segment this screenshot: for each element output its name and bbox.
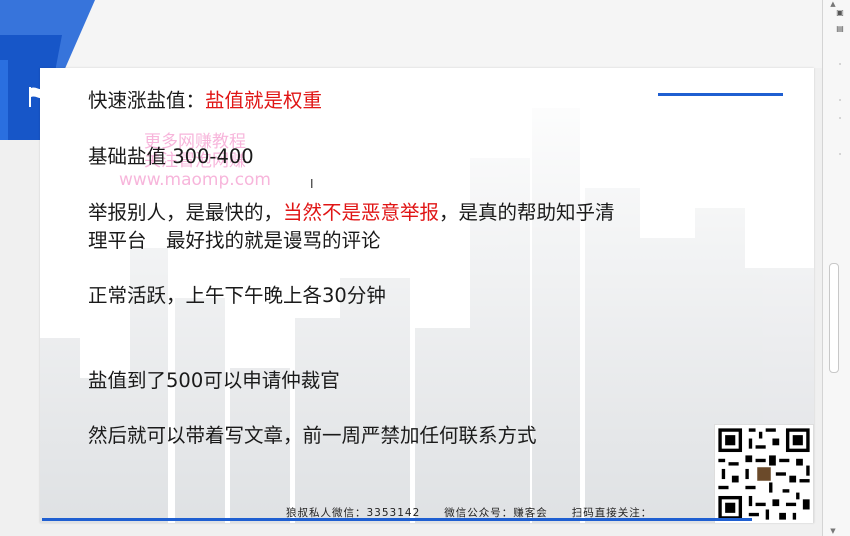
- footer-accent-line: [42, 518, 752, 521]
- text-cursor-icon: I: [310, 177, 314, 191]
- panel-tool-icon[interactable]: ▣: [835, 8, 845, 18]
- slide-line-6: 盐值到了500可以申请仲裁官: [88, 369, 340, 392]
- slide-line-2: 基础盐值 300-400: [88, 145, 254, 168]
- panel-marker-icon: ·: [838, 60, 842, 69]
- slide-line-5: 正常活跃，上午下午晚上各30分钟: [88, 284, 386, 307]
- vertical-scrollbar-thumb[interactable]: [829, 263, 839, 373]
- watermark-line: www.maomp.com: [119, 170, 271, 190]
- slide-line-1: 快速涨盐值：盐值就是权重: [88, 88, 322, 114]
- scroll-up-icon[interactable]: ▲: [829, 0, 837, 8]
- highlight-text: 盐值就是权重: [205, 89, 323, 112]
- slide-line-4: 理平台 最好找的就是谩骂的评论: [88, 229, 381, 252]
- text-run: 举报别人，是最快的，: [88, 201, 284, 224]
- text-run: 快速涨盐值：: [88, 89, 206, 112]
- panel-marker-icon: ·: [838, 96, 842, 105]
- presentation-slide[interactable]: 更多网赚教程 关注冒泡网赚 www.maomp.com 快速涨盐值：盐值就是权重…: [40, 68, 814, 523]
- qr-code-icon: [714, 424, 814, 523]
- highlight-text: 当然不是恶意举报: [283, 201, 440, 224]
- flag-icon: [29, 87, 46, 107]
- editor-top-area: [0, 0, 822, 68]
- scroll-down-icon[interactable]: ▼: [829, 527, 837, 535]
- panel-tool-icon[interactable]: ▤: [835, 24, 845, 34]
- title-accent-line: [658, 93, 783, 96]
- panel-marker-icon: ·: [838, 150, 842, 159]
- slide-line-3: 举报别人，是最快的，当然不是恶意举报，是真的帮助知乎清: [88, 200, 615, 226]
- text-run: ，是真的帮助知乎清: [439, 201, 615, 224]
- panel-marker-icon: ·: [838, 114, 842, 123]
- slide-line-7: 然后就可以带着写文章，前一周严禁加任何联系方式: [88, 424, 537, 447]
